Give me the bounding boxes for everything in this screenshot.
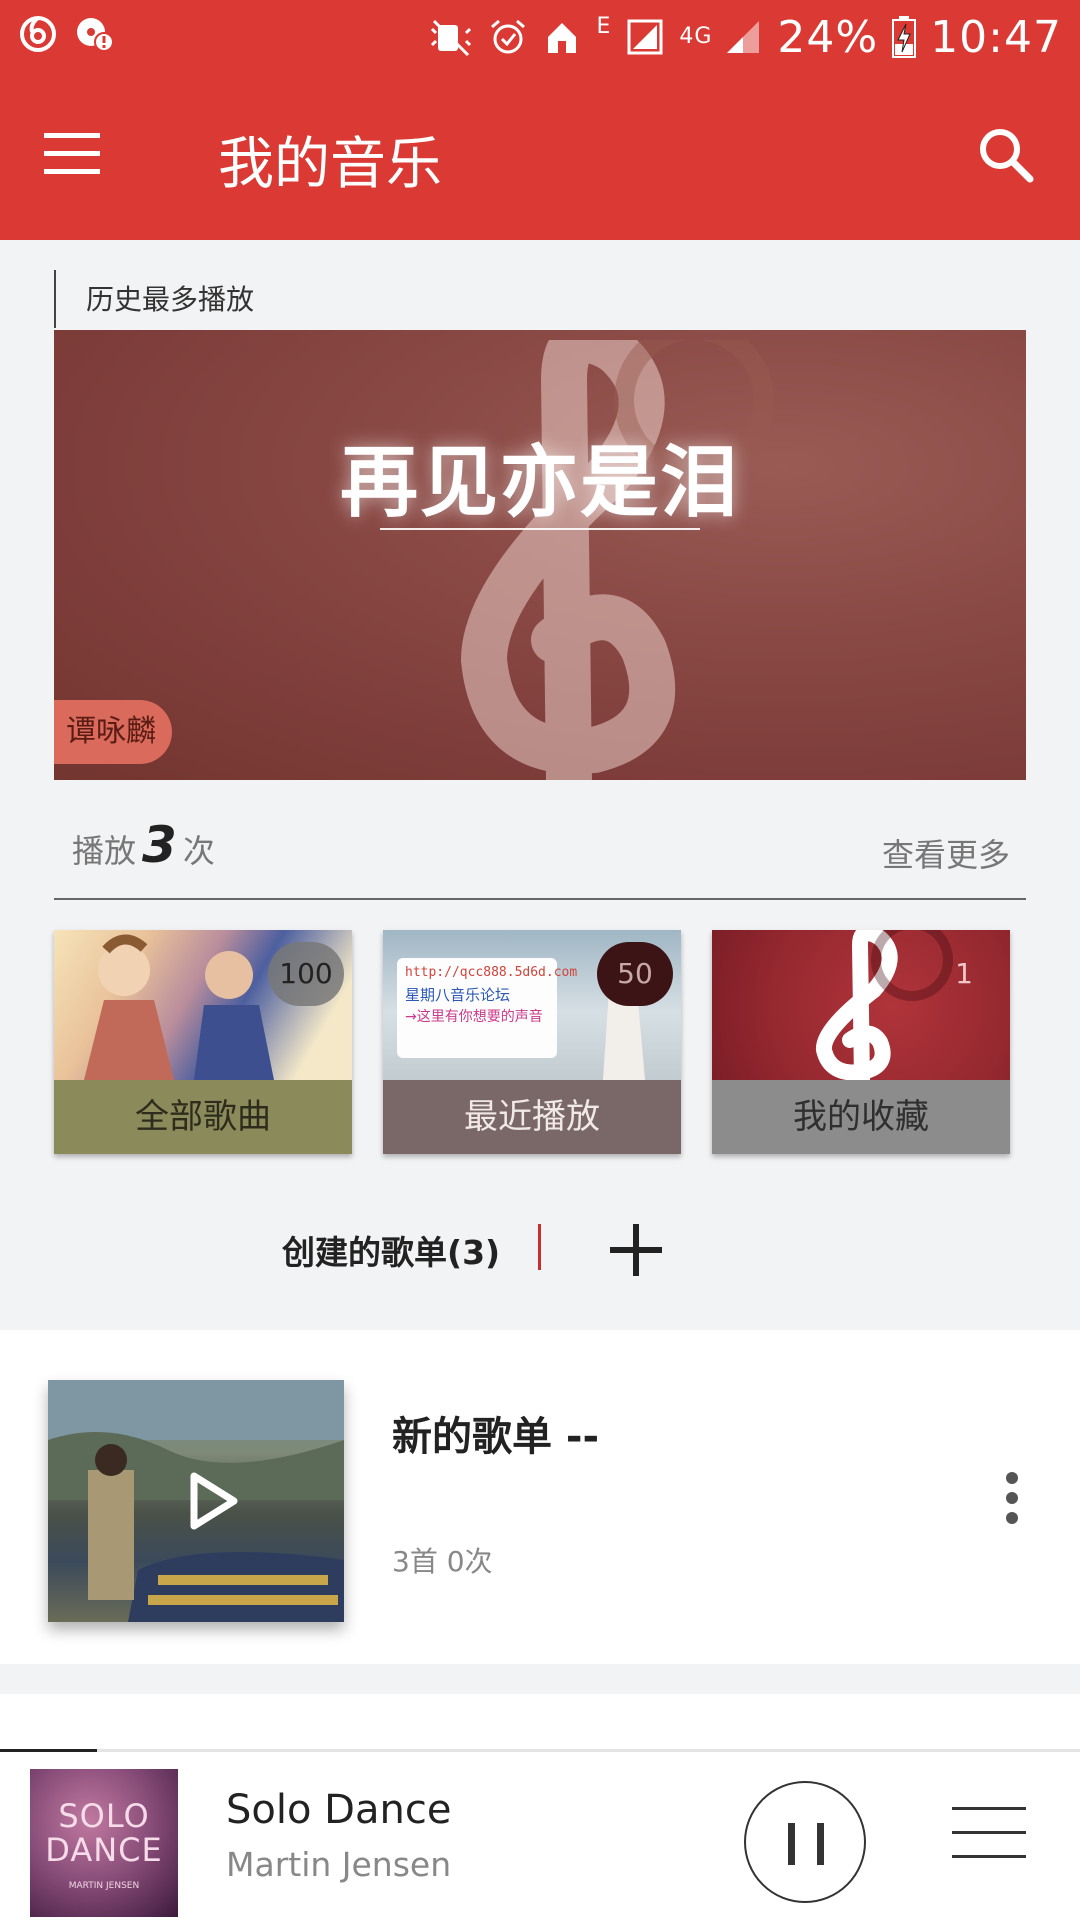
playback-progress[interactable] xyxy=(0,1749,1080,1752)
card-favorites-count: 1 xyxy=(955,957,973,990)
clock: 10:47 xyxy=(930,11,1062,63)
artist-badge: 谭咏麟 xyxy=(54,700,172,764)
now-playing-title: Solo Dance xyxy=(226,1787,452,1833)
status-left-icons xyxy=(18,14,114,54)
forum-sign: http://qcc888.5d6d.com 星期八音乐论坛 →这里有你想要的声… xyxy=(397,958,578,1058)
queue-icon[interactable] xyxy=(950,1801,1028,1865)
playlist-item[interactable]: 新的歌单 -- 3首 0次 xyxy=(0,1330,1080,1664)
plus-icon[interactable] xyxy=(606,1220,666,1280)
history-banner[interactable]: 再见亦是泪 谭咏麟 xyxy=(54,330,1026,780)
mini-player[interactable]: SOLO DANCE MARTIN JENSEN Solo Dance Mart… xyxy=(0,1749,1080,1920)
sim-icon xyxy=(627,19,663,55)
signal-icon xyxy=(727,21,760,53)
playlist-item-partial[interactable] xyxy=(0,1694,1080,1754)
play-count: 3 xyxy=(142,816,177,874)
card-recent-play[interactable]: http://qcc888.5d6d.com 星期八音乐论坛 →这里有你想要的声… xyxy=(383,930,681,1154)
card-all-songs-label: 全部歌曲 xyxy=(54,1080,352,1154)
mute-icon xyxy=(431,19,472,57)
status-right-icons: E 4G 24% 10:47 xyxy=(428,10,1062,64)
pause-button[interactable] xyxy=(744,1781,866,1903)
network-type-label: 4G xyxy=(679,24,713,49)
alarm-icon xyxy=(491,19,526,54)
playlist-cover[interactable] xyxy=(48,1380,344,1622)
network-e-label: E xyxy=(596,14,612,39)
home-icon xyxy=(548,23,577,53)
page-title: 我的音乐 xyxy=(218,132,442,197)
forum-name: 星期八音乐论坛 xyxy=(405,986,511,1004)
forum-tagline: →这里有你想要的声音 xyxy=(405,1009,543,1025)
notification-icon xyxy=(77,18,114,52)
library-cards: 100 全部歌曲 http://qcc888.5d6d.com 星期八音乐论坛 … xyxy=(54,930,1026,1154)
treble-clef-icon xyxy=(460,340,774,780)
forum-url: http://qcc888.5d6d.com xyxy=(405,965,578,980)
card-recent-play-label: 最近播放 xyxy=(383,1080,681,1154)
netease-music-icon xyxy=(20,16,56,52)
search-icon[interactable] xyxy=(968,117,1044,193)
card-all-songs[interactable]: 100 全部歌曲 xyxy=(54,930,352,1154)
card-recent-play-count: 50 xyxy=(597,942,673,1006)
card-favorites-label: 我的收藏 xyxy=(712,1080,1010,1154)
play-icon[interactable] xyxy=(168,1460,250,1542)
created-playlists-label[interactable]: 创建的歌单(3) xyxy=(282,1226,500,1274)
app-toolbar: 我的音乐 xyxy=(0,73,1080,240)
list-gap xyxy=(0,1664,1080,1694)
view-more-link[interactable]: 查看更多 xyxy=(882,830,1010,876)
cover-artist: MARTIN JENSEN xyxy=(68,1881,140,1891)
battery-icon xyxy=(892,16,917,58)
menu-icon[interactable] xyxy=(30,117,114,191)
more-vertical-icon[interactable] xyxy=(992,1468,1032,1528)
card-all-songs-count: 100 xyxy=(268,942,344,1006)
card-favorites[interactable]: 1 我的收藏 xyxy=(712,930,1010,1154)
play-count-row: 播放 3 次 查看更多 xyxy=(54,810,1026,900)
play-prefix: 播放 xyxy=(72,832,137,870)
now-playing-artist: Martin Jensen xyxy=(226,1845,452,1884)
banner-divider xyxy=(380,528,700,530)
cover-title: SOLO DANCE xyxy=(45,1797,163,1869)
play-suffix: 次 xyxy=(182,832,215,870)
playlist-meta: 3首 0次 xyxy=(392,1545,493,1578)
now-playing-cover[interactable]: SOLO DANCE MARTIN JENSEN xyxy=(30,1769,178,1917)
playlist-name: 新的歌单 -- xyxy=(392,1414,600,1460)
pause-icon-bar xyxy=(817,1823,824,1865)
created-playlists-header: 创建的歌单(3) xyxy=(0,1200,1080,1300)
history-section-label: 历史最多播放 xyxy=(54,270,254,328)
battery-percent: 24% xyxy=(777,11,879,63)
play-count-text: 播放 3 次 xyxy=(72,816,215,874)
pause-icon xyxy=(788,1823,795,1865)
app-root: E 4G 24% 10:47 我的音乐 历史最多播放 再见亦是泪 谭咏麟 播放 … xyxy=(0,0,1080,1920)
banner-song-title: 再见亦是泪 xyxy=(339,438,740,528)
playback-progress-fill xyxy=(0,1749,98,1752)
status-bar: E 4G 24% 10:47 xyxy=(0,0,1080,73)
header-divider xyxy=(538,1224,541,1270)
